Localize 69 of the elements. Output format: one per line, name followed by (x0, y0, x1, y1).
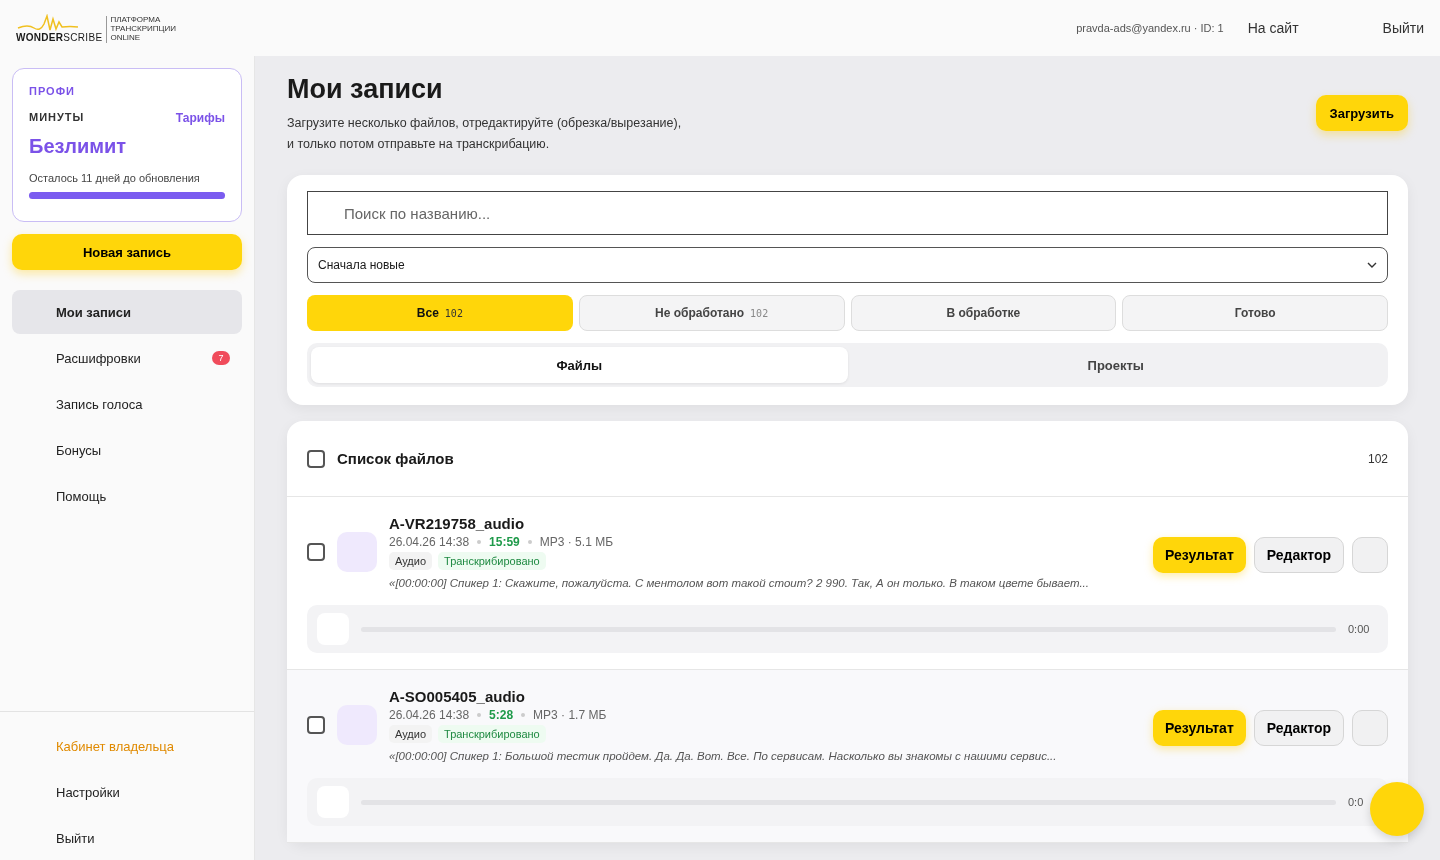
result-button[interactable]: Результат (1153, 710, 1246, 746)
editor-button[interactable]: Редактор (1253, 537, 1344, 573)
separator-dot (521, 713, 526, 717)
logo-text: WONDERSCRIBE (16, 31, 103, 43)
plan-name: ПРОФИ (29, 85, 76, 97)
minutes-label: МИНУТЫ (29, 111, 85, 125)
sort-dropdown[interactable]: Сначала новые (307, 247, 1388, 283)
sidebar-item[interactable]: Настройки (12, 770, 242, 814)
sidebar-item-label: Запись голоса (56, 396, 143, 412)
page-title: Мои записи (287, 74, 444, 105)
file-duration: 15:59 (489, 535, 520, 549)
sidebar-item-label: Мои записи (56, 304, 131, 320)
status-filter[interactable]: Все 102 (307, 295, 573, 331)
separator-dot (477, 540, 482, 544)
header-link[interactable]: На сайт (1247, 20, 1299, 36)
list-title: Список файлов (337, 450, 454, 467)
sidebar-item[interactable]: Запись голоса (12, 382, 242, 426)
file-name: A-VR219758_audio (389, 515, 526, 532)
row-checkbox[interactable] (307, 543, 325, 561)
sidebar-item-label: Расшифровки (56, 350, 141, 366)
sidebar-item-label: Бонусы (56, 442, 102, 458)
sidebar-item[interactable]: Бонусы (12, 428, 242, 472)
separator-dot (527, 540, 532, 544)
page-subtitle: Загрузите несколько файлов, отредактируйте (обрезка/вырезание), и только потом отправьте на транскрибацию. (287, 115, 682, 153)
sidebar-item[interactable]: Расшифровки 7 (12, 336, 242, 380)
more-button[interactable] (1352, 537, 1388, 573)
sound-wave-icon (16, 13, 80, 32)
file-tag: Транскрибировано (438, 552, 546, 570)
playback-time: 0:0 (1348, 796, 1365, 808)
separator-dot (477, 713, 482, 717)
sidebar-item[interactable]: Выйти (12, 816, 242, 860)
floating-action-button[interactable] (1370, 782, 1424, 836)
file-date: 26.04.26 14:38 (389, 535, 470, 549)
file-meta: MP3 · 1.7 МБ (533, 708, 607, 722)
file-tag: Аудио (389, 552, 433, 570)
playback-time: 0:00 (1348, 623, 1371, 635)
count-badge: 7 (212, 351, 230, 365)
renewal-note: Осталось 11 дней до обновления (29, 172, 201, 184)
file-count: 102 (1367, 451, 1388, 466)
search-field[interactable]: Поиск по названию... (307, 191, 1388, 235)
file-date: 26.04.26 14:38 (389, 708, 470, 722)
editor-button[interactable]: Редактор (1253, 710, 1344, 746)
result-button[interactable]: Результат (1153, 537, 1246, 573)
upload-button[interactable]: Загрузить (1315, 95, 1408, 131)
file-meta: MP3 · 5.1 МБ (539, 535, 613, 549)
chevron-down-icon (1367, 262, 1377, 268)
file-duration: 5:28 (489, 708, 514, 722)
status-filter[interactable]: Готово (1122, 295, 1388, 331)
file-tag: Аудио (389, 725, 433, 743)
view-tab[interactable]: Файлы (311, 347, 848, 383)
status-filter[interactable]: Не обработано 102 (578, 295, 845, 331)
status-filter[interactable]: В обработке (850, 295, 1117, 331)
file-tag: Транскрибировано (438, 725, 546, 743)
new-record-button[interactable]: Новая запись (12, 234, 242, 270)
sidebar-item[interactable]: Помощь (12, 474, 242, 518)
file-name: A-SO005405_audio (389, 688, 526, 705)
tariffs-link[interactable]: Тарифы (175, 111, 225, 125)
row-checkbox[interactable] (307, 716, 325, 734)
sidebar-item-label: Помощь (56, 488, 107, 504)
more-button[interactable] (1352, 710, 1388, 746)
sidebar-item[interactable]: Мои записи (12, 290, 242, 334)
view-tab[interactable]: Проекты (847, 347, 1384, 383)
minutes-value: Безлимит (29, 135, 128, 158)
transcript-excerpt: «[00:00:00] Спикер 1: Большой тестик пройдем. Да. Да. Вот. Все. По сервисам. Насколько вы знакомы с нашими сервис... (389, 750, 1058, 762)
transcript-excerpt: «[00:00:00] Спикер 1: Скажите, пожалуйста. С ментолом вот такой стоит? 2 990. Так, А он только. В таком цвете бывает... (389, 577, 1090, 589)
account-label: pravda-ads@yandex.ru · ID: 1 (1076, 22, 1224, 34)
select-all-checkbox[interactable] (307, 449, 325, 468)
header-link[interactable]: Выйти (1382, 20, 1424, 36)
logo-tagline: ПЛАТФОРМА ТРАНСКРИПЦИИ ONLINE (106, 16, 193, 43)
